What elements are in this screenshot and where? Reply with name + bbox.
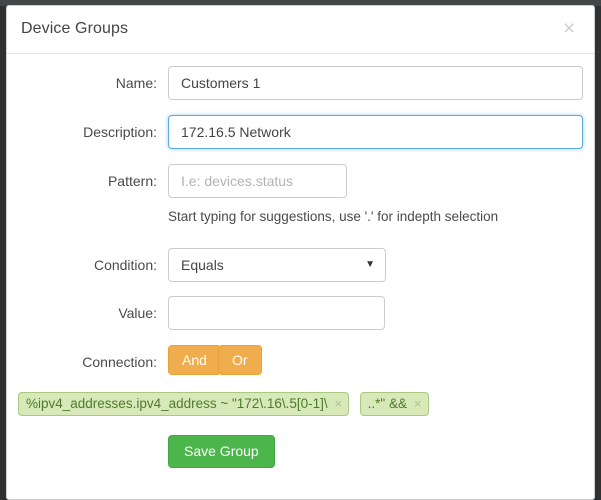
connection-label: Connection: [82, 354, 157, 370]
modal-header: Device Groups × [7, 6, 594, 54]
modal-body: Name: Description: Pattern: Start typing… [7, 54, 594, 499]
form-row-pattern: Pattern: [7, 164, 594, 198]
chip-label: ..*" && [367, 396, 407, 411]
pattern-help-text: Start typing for suggestions, use '.' fo… [168, 209, 499, 224]
form-row-connection: Connection: And Or [7, 345, 594, 379]
list-item[interactable]: ..*" && × [359, 392, 429, 416]
device-groups-modal: Device Groups × Name: Description: Patte… [6, 5, 595, 500]
description-label: Description: [83, 124, 157, 140]
form-row-description: Description: [7, 115, 594, 149]
form-row-name: Name: [7, 66, 594, 100]
value-input[interactable] [168, 296, 385, 330]
name-label: Name: [115, 75, 157, 91]
condition-label: Condition: [93, 257, 157, 273]
pattern-label: Pattern: [107, 173, 157, 189]
modal-title: Device Groups [21, 20, 129, 37]
expression-chip-list: %ipv4_addresses.ipv4_address ~ "172\.16\… [18, 392, 588, 416]
close-icon[interactable]: × [556, 16, 582, 42]
form-row-condition: Condition: Equals ▼ [7, 248, 594, 282]
description-input[interactable] [168, 115, 583, 149]
connection-or-button[interactable]: Or [218, 345, 262, 375]
save-group-button[interactable]: Save Group [168, 435, 275, 468]
chip-remove-icon[interactable]: × [335, 396, 343, 411]
condition-selected-value: Equals [181, 257, 224, 273]
chevron-down-icon: ▼ [365, 259, 375, 270]
list-item[interactable]: %ipv4_addresses.ipv4_address ~ "172\.16\… [18, 392, 350, 416]
form-row-value: Value: [7, 296, 594, 330]
connection-and-button[interactable]: And [168, 345, 221, 375]
name-input[interactable] [168, 66, 583, 100]
chip-label: %ipv4_addresses.ipv4_address ~ "172\.16\… [26, 396, 328, 411]
pattern-input[interactable] [168, 164, 347, 198]
condition-select[interactable]: Equals ▼ [168, 248, 386, 282]
chip-remove-icon[interactable]: × [414, 396, 422, 411]
value-label: Value: [118, 305, 157, 321]
